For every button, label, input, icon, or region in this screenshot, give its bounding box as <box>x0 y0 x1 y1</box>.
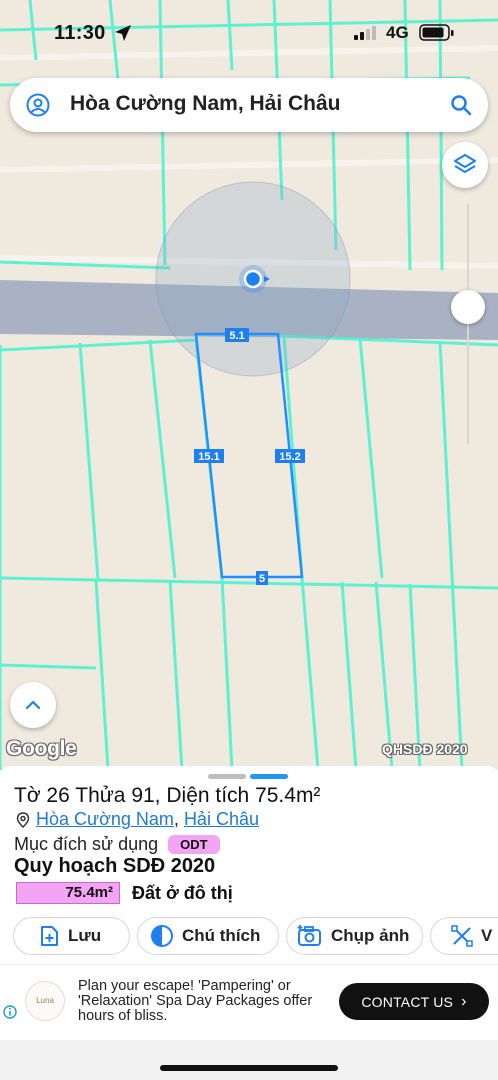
layers-icon <box>454 154 476 173</box>
search-bar[interactable]: Hòa Cường Nam, Hải Châu <box>10 78 488 132</box>
svg-text:5.1: 5.1 <box>229 330 244 342</box>
advertiser-logo: Luna <box>25 981 65 1021</box>
google-logo: Google <box>6 737 77 760</box>
info-sheet: Tờ 26 Thửa 91, Diện tích 75.4m² Hòa Cườn… <box>0 766 498 1080</box>
legend-button[interactable]: Chú thích <box>137 917 279 955</box>
svg-text:5: 5 <box>259 573 265 585</box>
save-button-label: Lưu <box>68 926 102 945</box>
svg-text:15.2: 15.2 <box>279 451 300 463</box>
status-time: 11:30 <box>54 22 106 44</box>
plan-area-badge: 75.4m² <box>16 882 120 904</box>
parcel-area: Diện tích 75.4m² <box>166 784 321 807</box>
sheet-handle[interactable] <box>208 774 246 779</box>
plan-area-row: 75.4m² Đất ở đô thị <box>16 882 233 904</box>
district-link[interactable]: Hải Châu <box>184 809 259 830</box>
map-pin-icon <box>16 811 30 828</box>
plot-dim-left: 15.1 <box>194 449 224 463</box>
ad-banner[interactable]: Luna Plan your escape! 'Pampering' or 'R… <box>0 964 498 1040</box>
land-use-badge: ODT <box>168 835 220 854</box>
capture-button-label: Chụp ảnh <box>331 926 410 945</box>
current-location-dot[interactable] <box>243 269 263 289</box>
legend-button-label: Chú thích <box>182 926 261 945</box>
svg-text:15.1: 15.1 <box>198 451 219 463</box>
parcel-location: Hòa Cường Nam, Hải Châu <box>16 809 259 830</box>
chevron-right-icon: › <box>461 992 467 1010</box>
chevron-up-icon <box>25 700 41 710</box>
map-view[interactable]: 5.1 15.1 15.2 5 11:30 4G Hòa Cường Nam, … <box>0 0 498 770</box>
opacity-slider-track[interactable] <box>467 204 469 444</box>
advertiser-logo-text: Luna <box>36 996 54 1005</box>
plan-type-label: Đất ở đô thị <box>132 882 233 903</box>
save-button[interactable]: Lưu <box>13 917 130 955</box>
location-arrow-icon <box>115 25 131 41</box>
plot-dim-right: 15.2 <box>275 449 305 463</box>
parcel-id: Tờ 26 Thửa 91, <box>14 784 167 807</box>
layers-button[interactable] <box>442 142 488 188</box>
home-indicator[interactable] <box>160 1065 338 1071</box>
signal-bars-icon <box>354 26 376 40</box>
land-use-row: Mục đích sử dụng ODT <box>14 834 220 855</box>
measure-button-label: V <box>481 926 493 945</box>
profile-icon[interactable] <box>26 93 50 117</box>
camera-icon <box>297 925 321 946</box>
plot-dim-top: 5.1 <box>225 328 249 342</box>
contact-us-label: CONTACT US <box>361 993 454 1010</box>
network-type: 4G <box>386 23 409 42</box>
half-circle-icon <box>151 925 173 947</box>
sheet-handle-active[interactable] <box>250 774 288 779</box>
status-bar: 11:30 4G <box>0 0 498 64</box>
ad-copy: Plan your escape! 'Pampering' or 'Relaxa… <box>78 978 313 1024</box>
parcel-title: Tờ 26 Thửa 91, Diện tích 75.4m² <box>14 784 320 808</box>
opacity-slider-knob[interactable] <box>451 290 485 324</box>
measure-icon <box>451 925 473 947</box>
layer-label: QHSDĐ 2020 <box>382 741 468 757</box>
battery-icon <box>419 24 454 41</box>
capture-button[interactable]: Chụp ảnh <box>286 917 423 955</box>
contact-us-button[interactable]: CONTACT US › <box>339 983 489 1020</box>
search-query[interactable]: Hòa Cường Nam, Hải Châu <box>70 92 341 116</box>
land-use-label: Mục đích sử dụng <box>14 834 159 854</box>
ward-link[interactable]: Hòa Cường Nam <box>36 809 174 830</box>
plan-title: Quy hoạch SDĐ 2020 <box>14 855 216 877</box>
search-icon[interactable] <box>450 94 472 116</box>
add-note-icon <box>41 926 58 946</box>
ad-info-icon[interactable] <box>3 1005 17 1019</box>
expand-up-button[interactable] <box>10 682 56 728</box>
location-separator: , <box>173 809 179 829</box>
measure-button[interactable]: V <box>430 917 498 955</box>
bottom-safe-area <box>0 1040 498 1080</box>
plot-dim-bottom: 5 <box>256 571 268 585</box>
action-row: Lưu Chú thích Chụp ảnh V <box>13 917 498 955</box>
